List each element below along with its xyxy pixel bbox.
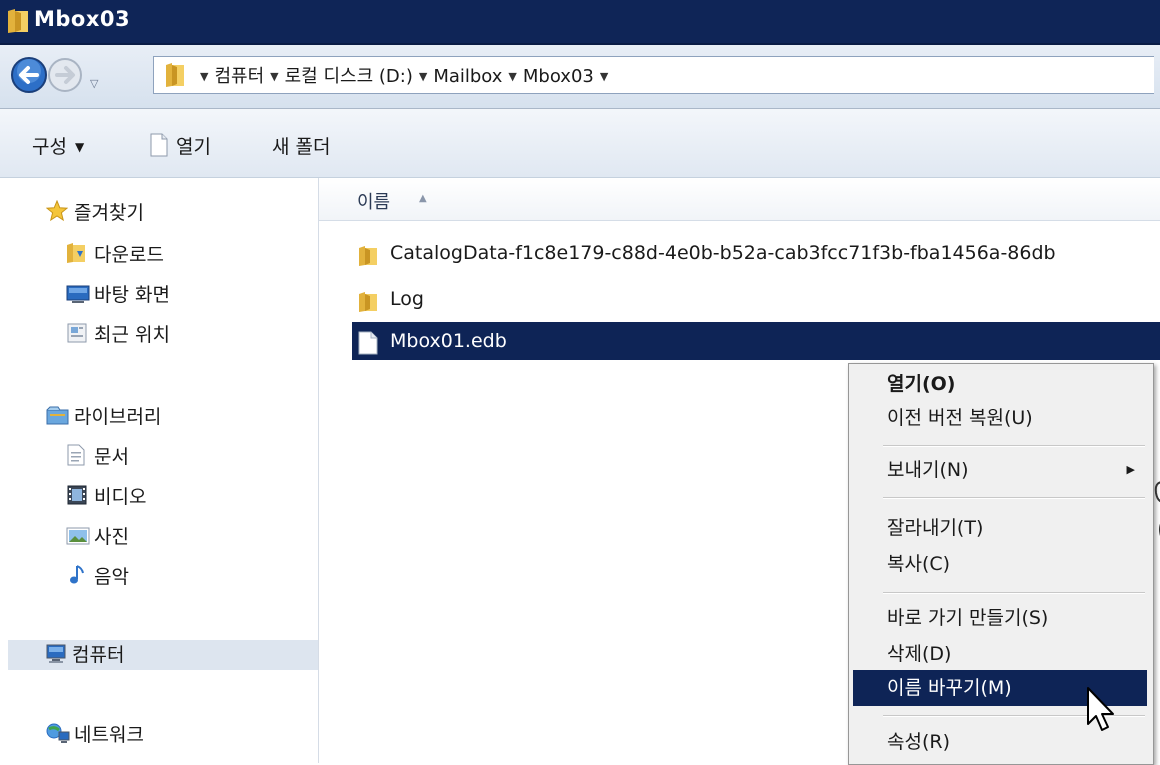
menu-separator <box>883 445 1145 447</box>
computer-icon <box>44 643 66 663</box>
menu-item-label: 보내기(N) <box>887 459 969 481</box>
window-title: Mbox03 <box>34 7 131 31</box>
column-header-name[interactable]: 이름 ▲ <box>319 178 1160 221</box>
star-icon <box>45 199 69 222</box>
nav-label: 즐겨찾기 <box>74 202 144 224</box>
nav-item-documents[interactable]: 문서 <box>66 442 129 472</box>
library-icon <box>46 405 69 425</box>
sort-ascending-icon: ▲ <box>419 193 427 204</box>
nav-item-pictures[interactable]: 사진 <box>66 522 129 552</box>
downloads-folder-icon <box>66 242 88 263</box>
nav-item-network[interactable]: 네트워크 <box>46 720 144 750</box>
navigation-pane: 즐겨찾기 다운로드 바탕 화면 최근 위치 라이브러리 문서 비디오 사진 음악… <box>0 178 319 763</box>
nav-item-libraries[interactable]: 라이브러리 <box>46 402 161 432</box>
nav-item-downloads[interactable]: 다운로드 <box>66 240 164 270</box>
organize-button[interactable]: 구성 ▼ <box>32 132 84 159</box>
menu-item-restore-previous-versions[interactable]: 이전 버전 복원(U) <box>853 400 1147 436</box>
back-button[interactable] <box>10 56 48 98</box>
documents-icon <box>66 444 88 466</box>
nav-label: 네트워크 <box>74 724 144 746</box>
nav-label: 최근 위치 <box>94 324 170 346</box>
chevron-down-icon[interactable]: ▼ <box>270 70 278 83</box>
menu-item-copy[interactable]: 복사(C) <box>853 546 1147 582</box>
video-icon <box>66 484 88 505</box>
column-name-label: 이름 <box>357 192 391 213</box>
nav-label: 다운로드 <box>94 244 164 266</box>
breadcrumb-item-local-disk[interactable]: 로컬 디스크 (D:) <box>285 66 413 87</box>
nav-label: 비디오 <box>94 486 147 508</box>
chevron-down-icon[interactable]: ▼ <box>200 70 208 83</box>
menu-item-create-shortcut[interactable]: 바로 가기 만들기(S) <box>853 600 1147 636</box>
desktop-icon <box>66 283 90 303</box>
breadcrumb-item-mailbox[interactable]: Mailbox <box>433 66 502 87</box>
nav-item-music[interactable]: 음악 <box>66 562 129 592</box>
breadcrumb: ▼ 컴퓨터 ▼ 로컬 디스크 (D:) ▼ Mailbox ▼ Mbox03 ▼ <box>194 62 614 88</box>
command-bar: 구성 ▼ 열기 새 폴더 <box>0 109 1160 178</box>
file-row[interactable]: CatalogData-f1c8e179-c88d-4e0b-b52a-cab3… <box>352 234 1160 272</box>
file-name: Log <box>390 288 424 310</box>
chevron-down-icon: ▼ <box>74 140 85 154</box>
title-bar: Mbox03 <box>0 0 1160 45</box>
recent-pages-dropdown[interactable]: ▽ <box>90 77 98 90</box>
menu-item-send-to[interactable]: 보내기(N) ▶ <box>853 452 1147 488</box>
organize-label: 구성 <box>32 136 67 158</box>
chevron-down-icon[interactable]: ▼ <box>600 70 608 83</box>
nav-label: 바탕 화면 <box>94 284 170 306</box>
chevron-down-icon[interactable]: ▼ <box>508 70 516 83</box>
menu-item-delete[interactable]: 삭제(D) <box>853 636 1147 672</box>
music-icon <box>66 564 88 584</box>
nav-label: 컴퓨터 <box>72 644 125 666</box>
open-button[interactable]: 열기 <box>150 132 211 162</box>
nav-label: 사진 <box>94 526 129 548</box>
menu-item-open[interactable]: 열기(O) <box>853 366 1147 402</box>
mouse-cursor-icon <box>1086 686 1116 738</box>
new-folder-label: 새 폴더 <box>272 136 331 158</box>
folder-icon <box>358 242 380 266</box>
nav-item-desktop[interactable]: 바탕 화면 <box>66 280 170 310</box>
new-folder-button[interactable]: 새 폴더 <box>272 132 330 159</box>
nav-item-recent[interactable]: 최근 위치 <box>66 320 170 350</box>
nav-label: 라이브러리 <box>74 406 162 428</box>
folder-icon <box>164 62 186 92</box>
pictures-icon <box>66 525 90 545</box>
recent-places-icon <box>66 322 88 343</box>
menu-separator <box>883 497 1145 499</box>
open-label: 열기 <box>176 136 211 158</box>
file-name: Mbox01.edb <box>390 330 507 352</box>
folder-icon <box>6 8 30 38</box>
submenu-arrow-icon: ▶ <box>1126 463 1135 476</box>
nav-label: 문서 <box>94 446 129 468</box>
address-bar-area: ▽ ▼ 컴퓨터 ▼ 로컬 디스크 (D:) ▼ Mailbox ▼ Mbox03 ▼ <box>0 45 1160 109</box>
address-box[interactable]: ▼ 컴퓨터 ▼ 로컬 디스크 (D:) ▼ Mailbox ▼ Mbox03 ▼ <box>153 56 1154 94</box>
clipped-background-glyph <box>1150 465 1160 555</box>
file-icon <box>358 330 380 355</box>
forward-button[interactable] <box>46 56 84 98</box>
file-name: CatalogData-f1c8e179-c88d-4e0b-b52a-cab3… <box>390 242 1056 264</box>
chevron-down-icon[interactable]: ▼ <box>419 70 427 83</box>
folder-icon <box>358 288 380 312</box>
file-row[interactable]: Log <box>352 280 1160 318</box>
file-row-selected[interactable]: Mbox01.edb <box>352 322 1160 360</box>
menu-item-cut[interactable]: 잘라내기(T) <box>853 510 1147 546</box>
nav-item-videos[interactable]: 비디오 <box>66 482 146 512</box>
nav-item-favorites[interactable]: 즐겨찾기 <box>45 198 144 228</box>
document-icon <box>150 133 168 162</box>
menu-separator <box>883 592 1145 594</box>
nav-item-computer[interactable]: 컴퓨터 <box>8 640 318 670</box>
nav-label: 음악 <box>94 566 129 588</box>
breadcrumb-item-mbox03[interactable]: Mbox03 <box>523 66 594 87</box>
breadcrumb-item-computer[interactable]: 컴퓨터 <box>214 66 264 87</box>
network-icon <box>46 722 70 743</box>
